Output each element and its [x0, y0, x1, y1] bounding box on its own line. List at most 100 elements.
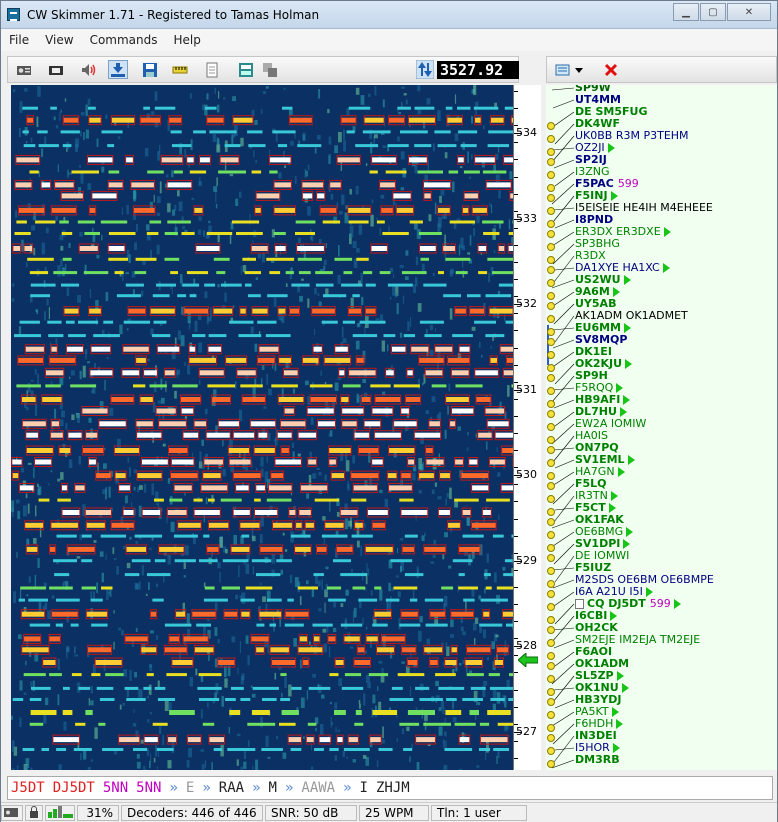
- decoded-word[interactable]: 5NN: [103, 780, 128, 796]
- decoded-text-line: J5DT DJ5DT 5NN 5NN » E » RAA » M » AAWA » I ZHJM: [7, 776, 773, 800]
- ruler-icon: [172, 66, 188, 73]
- scale-minor-tick: [514, 586, 518, 588]
- minimize-button[interactable]: ▁: [673, 3, 699, 21]
- soundcard-button[interactable]: [46, 60, 66, 79]
- play-icon[interactable]: [616, 383, 624, 393]
- decoded-word[interactable]: AAWA: [301, 780, 335, 796]
- window-title: CW Skimmer 1.71 - Registered to Tamas Ho…: [27, 8, 320, 22]
- decoded-word[interactable]: RAA: [219, 780, 244, 796]
- call-list-item[interactable]: DM3RB: [575, 754, 620, 766]
- decoded-word[interactable]: »: [285, 780, 293, 796]
- ruler-button[interactable]: [170, 60, 190, 79]
- play-icon[interactable]: [623, 539, 631, 549]
- play-icon[interactable]: [612, 743, 620, 753]
- scale-minor-tick: [514, 398, 518, 400]
- signal-dot-icon: [547, 459, 555, 467]
- play-icon[interactable]: [626, 527, 634, 537]
- decoded-word[interactable]: DJ5DT: [53, 780, 95, 796]
- decoded-word[interactable]: ZHJM: [376, 780, 410, 796]
- signal-dot-icon: [547, 194, 555, 202]
- play-icon[interactable]: [619, 407, 627, 417]
- play-icon[interactable]: [623, 275, 631, 285]
- scale-minor-tick: [514, 159, 518, 161]
- signal-dot-icon: [547, 590, 555, 598]
- signal-dot-icon: [547, 220, 555, 228]
- download-button[interactable]: [108, 60, 128, 79]
- decoded-word[interactable]: M: [269, 780, 277, 796]
- signal-dot-icon: [547, 508, 555, 516]
- play-icon[interactable]: [607, 143, 615, 153]
- scale-minor-tick: [514, 210, 518, 212]
- decoded-word[interactable]: 5NN: [136, 780, 161, 796]
- save-button[interactable]: [140, 60, 160, 79]
- waterfall-display[interactable]: [11, 85, 513, 770]
- play-icon[interactable]: [616, 671, 624, 681]
- tune-marker-icon[interactable]: [517, 651, 539, 669]
- play-icon[interactable]: [610, 191, 618, 201]
- decoded-word[interactable]: »: [202, 780, 210, 796]
- maximize-button[interactable]: ▢: [700, 3, 726, 21]
- signal-dot-icon: [547, 256, 555, 264]
- close-button[interactable]: ✕: [727, 3, 771, 21]
- call-list-dropdown[interactable]: [573, 60, 585, 79]
- play-icon[interactable]: [612, 287, 620, 297]
- decoded-word[interactable]: I: [360, 780, 368, 796]
- play-icon[interactable]: [608, 503, 616, 513]
- radio-button[interactable]: [14, 60, 34, 79]
- decoded-word[interactable]: E: [186, 780, 194, 796]
- signal-dot-icon: [547, 387, 555, 395]
- frequency-display[interactable]: 3527.92: [437, 61, 519, 79]
- dropdown-arrow-icon: [575, 67, 583, 73]
- call-list-button[interactable]: [553, 60, 573, 79]
- play-icon[interactable]: [662, 263, 670, 273]
- play-icon[interactable]: [624, 323, 631, 333]
- clear-button[interactable]: [601, 60, 621, 79]
- decoded-word[interactable]: J5DT: [11, 780, 45, 796]
- status-bar: 31% Decoders: 446 of 446 SNR: 50 dB 25 W…: [1, 802, 777, 822]
- scale-minor-tick: [514, 296, 518, 298]
- notepad-button[interactable]: [202, 60, 222, 79]
- status-radio-icon: [1, 804, 23, 821]
- minimize-icon: ▁: [682, 6, 690, 18]
- title-bar: CW Skimmer 1.71 - Registered to Tamas Ho…: [1, 1, 777, 29]
- speaker-button[interactable]: [78, 60, 98, 79]
- decoded-word[interactable]: »: [252, 780, 260, 796]
- play-icon[interactable]: [616, 719, 624, 729]
- signal-dot-icon: [547, 423, 555, 431]
- play-icon[interactable]: [617, 467, 625, 477]
- cascade-icon: [263, 62, 277, 77]
- menu-help[interactable]: Help: [166, 33, 209, 47]
- menu-commands[interactable]: Commands: [82, 33, 166, 47]
- menu-file[interactable]: File: [1, 33, 37, 47]
- frequency-updown-icon[interactable]: [415, 59, 435, 80]
- play-icon[interactable]: [663, 227, 671, 237]
- play-icon[interactable]: [645, 587, 653, 597]
- status-snr: SNR: 50 dB: [265, 804, 357, 821]
- play-icon[interactable]: [610, 611, 618, 621]
- cascade-button[interactable]: [260, 60, 280, 79]
- play-icon[interactable]: [627, 455, 635, 465]
- decoded-word[interactable]: »: [343, 780, 351, 796]
- play-icon[interactable]: [673, 599, 681, 609]
- signal-dot-icon: [547, 400, 555, 408]
- scale-minor-tick: [514, 125, 518, 127]
- scale-minor-tick: [514, 501, 518, 503]
- play-icon[interactable]: [623, 395, 631, 405]
- signal-dot-icon: [547, 734, 555, 742]
- decoded-word[interactable]: »: [169, 780, 177, 796]
- play-icon[interactable]: [610, 491, 618, 501]
- signal-dot-icon: [547, 711, 555, 719]
- frequency-scale[interactable]: 534 533 532 531 530 529 528 527: [513, 85, 541, 770]
- signal-dot-icon: [547, 616, 555, 624]
- call-list-panel[interactable]: SP9W UT4MM DE SM5FUG DK4WF UK0BB R3M P3TEHM O…: [546, 85, 777, 770]
- play-icon[interactable]: [625, 359, 633, 369]
- signal-dot-icon: [547, 724, 555, 732]
- scale-minor-tick: [514, 604, 518, 605]
- scale-label: 529: [516, 553, 537, 567]
- tile-button[interactable]: [236, 60, 256, 79]
- scale-minor-tick: [514, 262, 518, 263]
- menu-view[interactable]: View: [37, 33, 81, 47]
- play-icon[interactable]: [611, 707, 619, 717]
- signal-dot-icon: [547, 567, 555, 575]
- play-icon[interactable]: [621, 683, 629, 693]
